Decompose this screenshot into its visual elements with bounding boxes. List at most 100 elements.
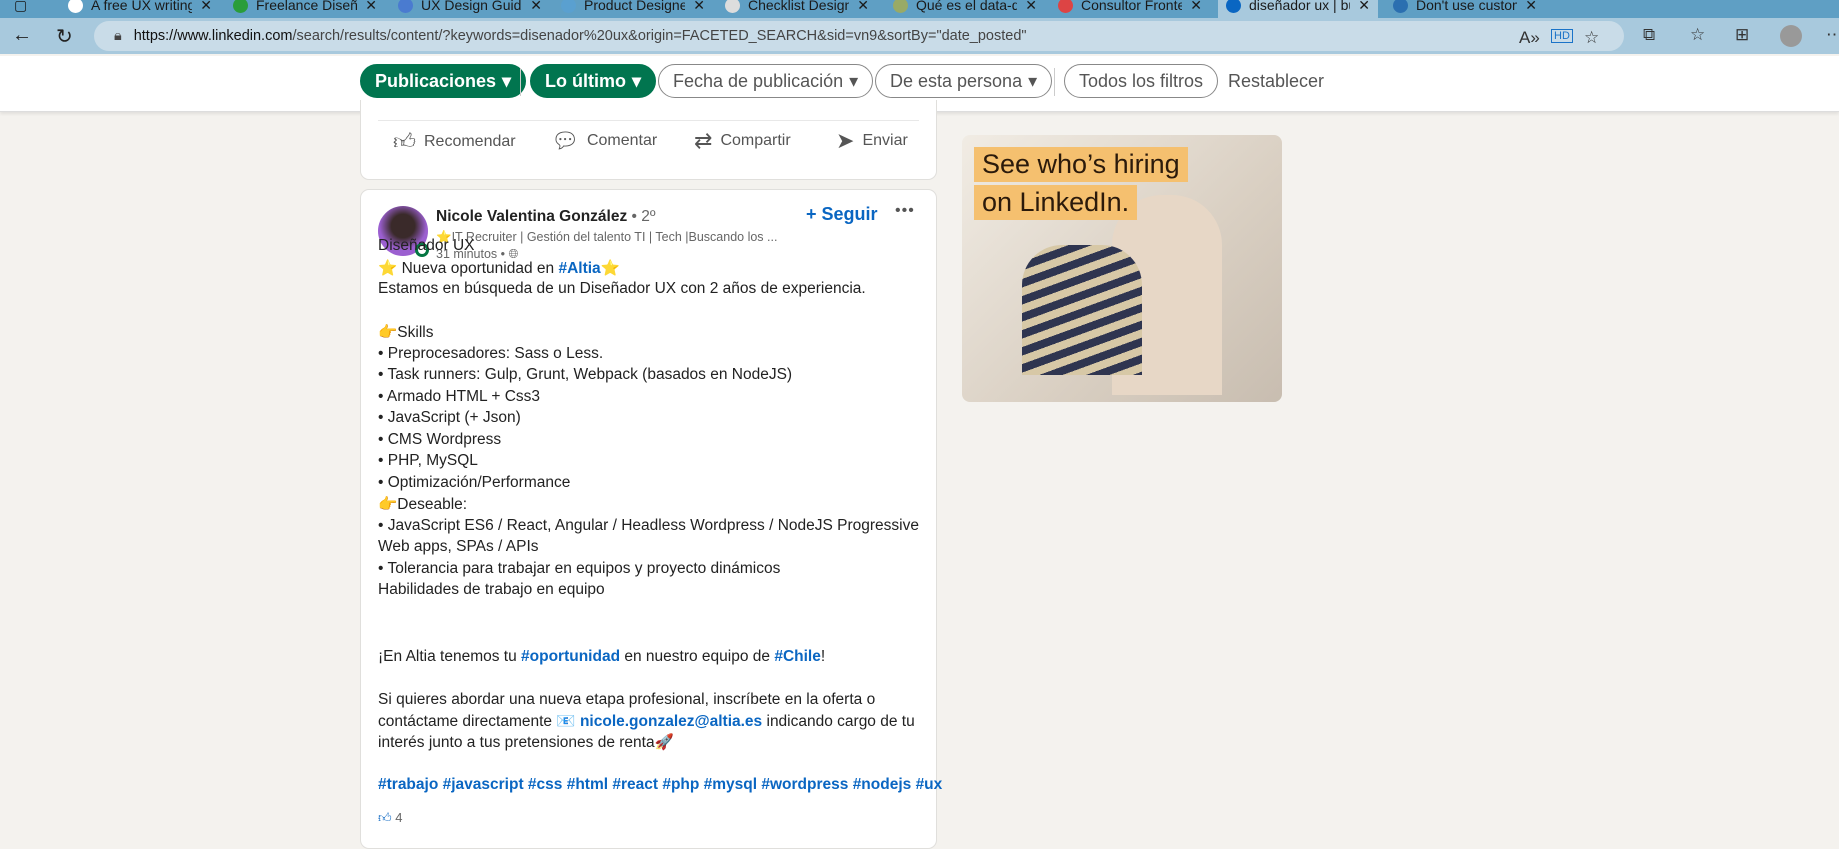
more-icon[interactable]: ⋯ [1826,25,1839,45]
favicon-icon [1393,0,1408,13]
author-name[interactable]: Nicole Valentina González [436,208,627,225]
filter-date-dropdown[interactable]: Fecha de publicación ▾ [658,64,874,98]
favicon-icon [1226,0,1241,13]
star-icon: ⭐ [600,259,620,277]
like-button[interactable]: 👍︎ Recomendar [393,128,516,155]
caret-down-icon: ▾ [1028,70,1038,91]
post-text-line: 👉Deseable: [378,496,468,513]
post-text-line: • Armado HTML + Css3 [378,387,541,405]
close-tab-icon[interactable]: ✕ [530,0,542,14]
post-text-line: ¡En Altia tenemos tu #oportunidad en nue… [378,648,826,665]
browser-tab[interactable]: Don't use custom CSS✕ [1385,0,1545,18]
post-text-line: Si quieres abordar una nueva etapa profe… [378,691,876,708]
more-options-icon[interactable]: ••• [895,202,915,220]
send-icon: ➤ [836,128,855,153]
post-text-line: Diseñador UX [378,237,475,254]
caret-down-icon: ▾ [502,70,512,91]
like-reaction-icon: 👍︎ [378,810,392,825]
filter-sort-dropdown[interactable]: Lo último ▾ [530,64,657,98]
post-text-line: Web apps, SPAs / APIs [378,538,539,555]
all-filters-button[interactable]: Todos los filtros [1064,64,1219,98]
url-input[interactable]: 🔒︎ https://www.linkedin.com/search/resul… [94,21,1624,51]
profile-avatar[interactable] [1780,25,1802,47]
post-text-line: • JavaScript ES6 / React, Angular / Head… [378,516,919,534]
close-tab-icon[interactable]: ✕ [857,0,869,14]
post-text-line: • Task runners: Gulp, Grunt, Webpack (ba… [378,366,793,383]
divider [1054,68,1055,96]
favicon-icon [561,0,576,13]
comment-button[interactable]: 💬︎ Comentar [551,128,657,154]
ad-headline-2: on LinkedIn. [974,185,1138,220]
thumbs-up-icon: 👍︎ [393,129,416,154]
share-button[interactable]: ⇄ Compartir [694,128,791,154]
favicon-icon [398,0,413,13]
close-tab-icon[interactable]: ✕ [365,0,377,14]
reset-button[interactable]: Restablecer [1214,64,1338,98]
close-tab-icon[interactable]: ✕ [1358,0,1370,14]
connection-degree: • 2º [631,208,656,225]
favorite-add-icon[interactable]: ☆ [1584,28,1599,48]
reactions-count[interactable]: 👍︎ 4 [378,810,402,826]
email-link[interactable]: nicole.gonzalez@altia.es [580,713,762,730]
linkedin-ad-banner[interactable]: See who’s hiring on LinkedIn. [962,135,1282,402]
caret-down-icon: ▾ [849,70,859,91]
post-text-line: • CMS Wordpress [378,430,502,448]
refresh-icon[interactable]: ↻ [56,24,73,49]
post-text-line: interés junto a tus pretensiones de rent… [378,734,674,751]
filter-type-dropdown[interactable]: Publicaciones ▾ [360,64,527,98]
post-text-line: • Optimización/Performance [378,473,571,491]
tab-strip: ▢ A free UX writing cour✕ Freelance Diseña… [0,0,1839,18]
browser-tab[interactable]: Checklist Design - A c✕ [717,0,877,18]
favicon-icon [725,0,740,13]
post-text-line: Habilidades de trabajo en equipo [378,581,605,598]
close-tab-icon[interactable]: ✕ [1025,0,1037,14]
close-tab-icon[interactable]: ✕ [693,0,705,14]
post-text-line: • PHP, MySQL [378,452,478,469]
post-card: Nicole Valentina González • 2º ⭐IT Recru… [360,189,942,849]
hd-icon[interactable]: HD [1551,29,1573,43]
extensions-icon[interactable]: ⧉ [1643,25,1655,45]
post-text-line: ⭐ Nueva oportunidad en #Altia⭐ [378,259,620,277]
close-tab-icon[interactable]: ✕ [1190,0,1202,14]
browser-tab[interactable]: UX Design Guide for S✕ [390,0,550,18]
back-icon[interactable]: ← [12,24,32,47]
repost-icon: ⇄ [694,128,713,153]
browser-tab[interactable]: A free UX writing cour✕ [60,0,220,18]
post-text-line: 👉Skills [378,324,434,341]
author-headline: ⭐IT Recruiter | Gestión del talento TI |… [436,230,778,244]
favicon-icon [1058,0,1073,13]
lock-icon: 🔒︎ [114,28,122,44]
close-tab-icon[interactable]: ✕ [1525,0,1537,14]
send-button[interactable]: ➤ Enviar [836,128,908,154]
post-text-line: • JavaScript (+ Json) [378,409,521,426]
favicon-icon [233,0,248,13]
browser-tab[interactable]: Freelance Diseñador U✕ [225,0,385,18]
browser-tab[interactable]: Qué es el data-driven✕ [885,0,1045,18]
hashtag-link[interactable]: #Altia [558,260,600,277]
post-text-line: • Tolerancia para trabajar en equipos y … [378,559,781,577]
favorites-icon[interactable]: ☆ [1690,25,1705,45]
browser-tab[interactable]: Consultor Frontend/U✕ [1050,0,1210,18]
tab-actions-icon[interactable]: ▢ [6,0,35,18]
ad-headline-1: See who’s hiring [974,147,1188,182]
previous-post-card: 👍︎ Recomendar 💬︎ Comentar ⇄ Compartir ➤ Envi… [360,100,937,180]
hashtags[interactable]: #trabajo #javascript #css #html #react #… [378,776,942,794]
caret-down-icon: ▾ [631,70,642,91]
address-bar-row: ← ↻ 🔒︎ https://www.linkedin.com/search/r… [0,18,1839,54]
hashtag-link[interactable]: #oportunidad [521,648,620,665]
browser-tab[interactable]: diseñador ux | búsque✕ [1218,0,1378,18]
divider [520,68,521,96]
hashtag-link[interactable]: #Chile [774,648,821,665]
follow-button[interactable]: + Seguir [806,204,878,225]
read-aloud-icon[interactable]: A» [1519,28,1540,48]
post-text-line: • Preprocesadores: Sass o Less. [378,344,604,362]
post-text-line: Estamos en búsqueda de un Diseñador UX c… [378,280,866,297]
post-text-line: contáctame directamente 📧 nicole.gonzale… [378,713,915,730]
collections-icon[interactable]: ⊞ [1735,25,1749,45]
comment-icon: 💬︎ [551,128,579,153]
close-tab-icon[interactable]: ✕ [200,0,212,14]
favicon-icon [68,0,83,13]
favicon-icon [893,0,908,13]
filter-author-dropdown[interactable]: De esta persona ▾ [875,64,1053,98]
browser-tab[interactable]: Product Designer (Ren✕ [553,0,713,18]
